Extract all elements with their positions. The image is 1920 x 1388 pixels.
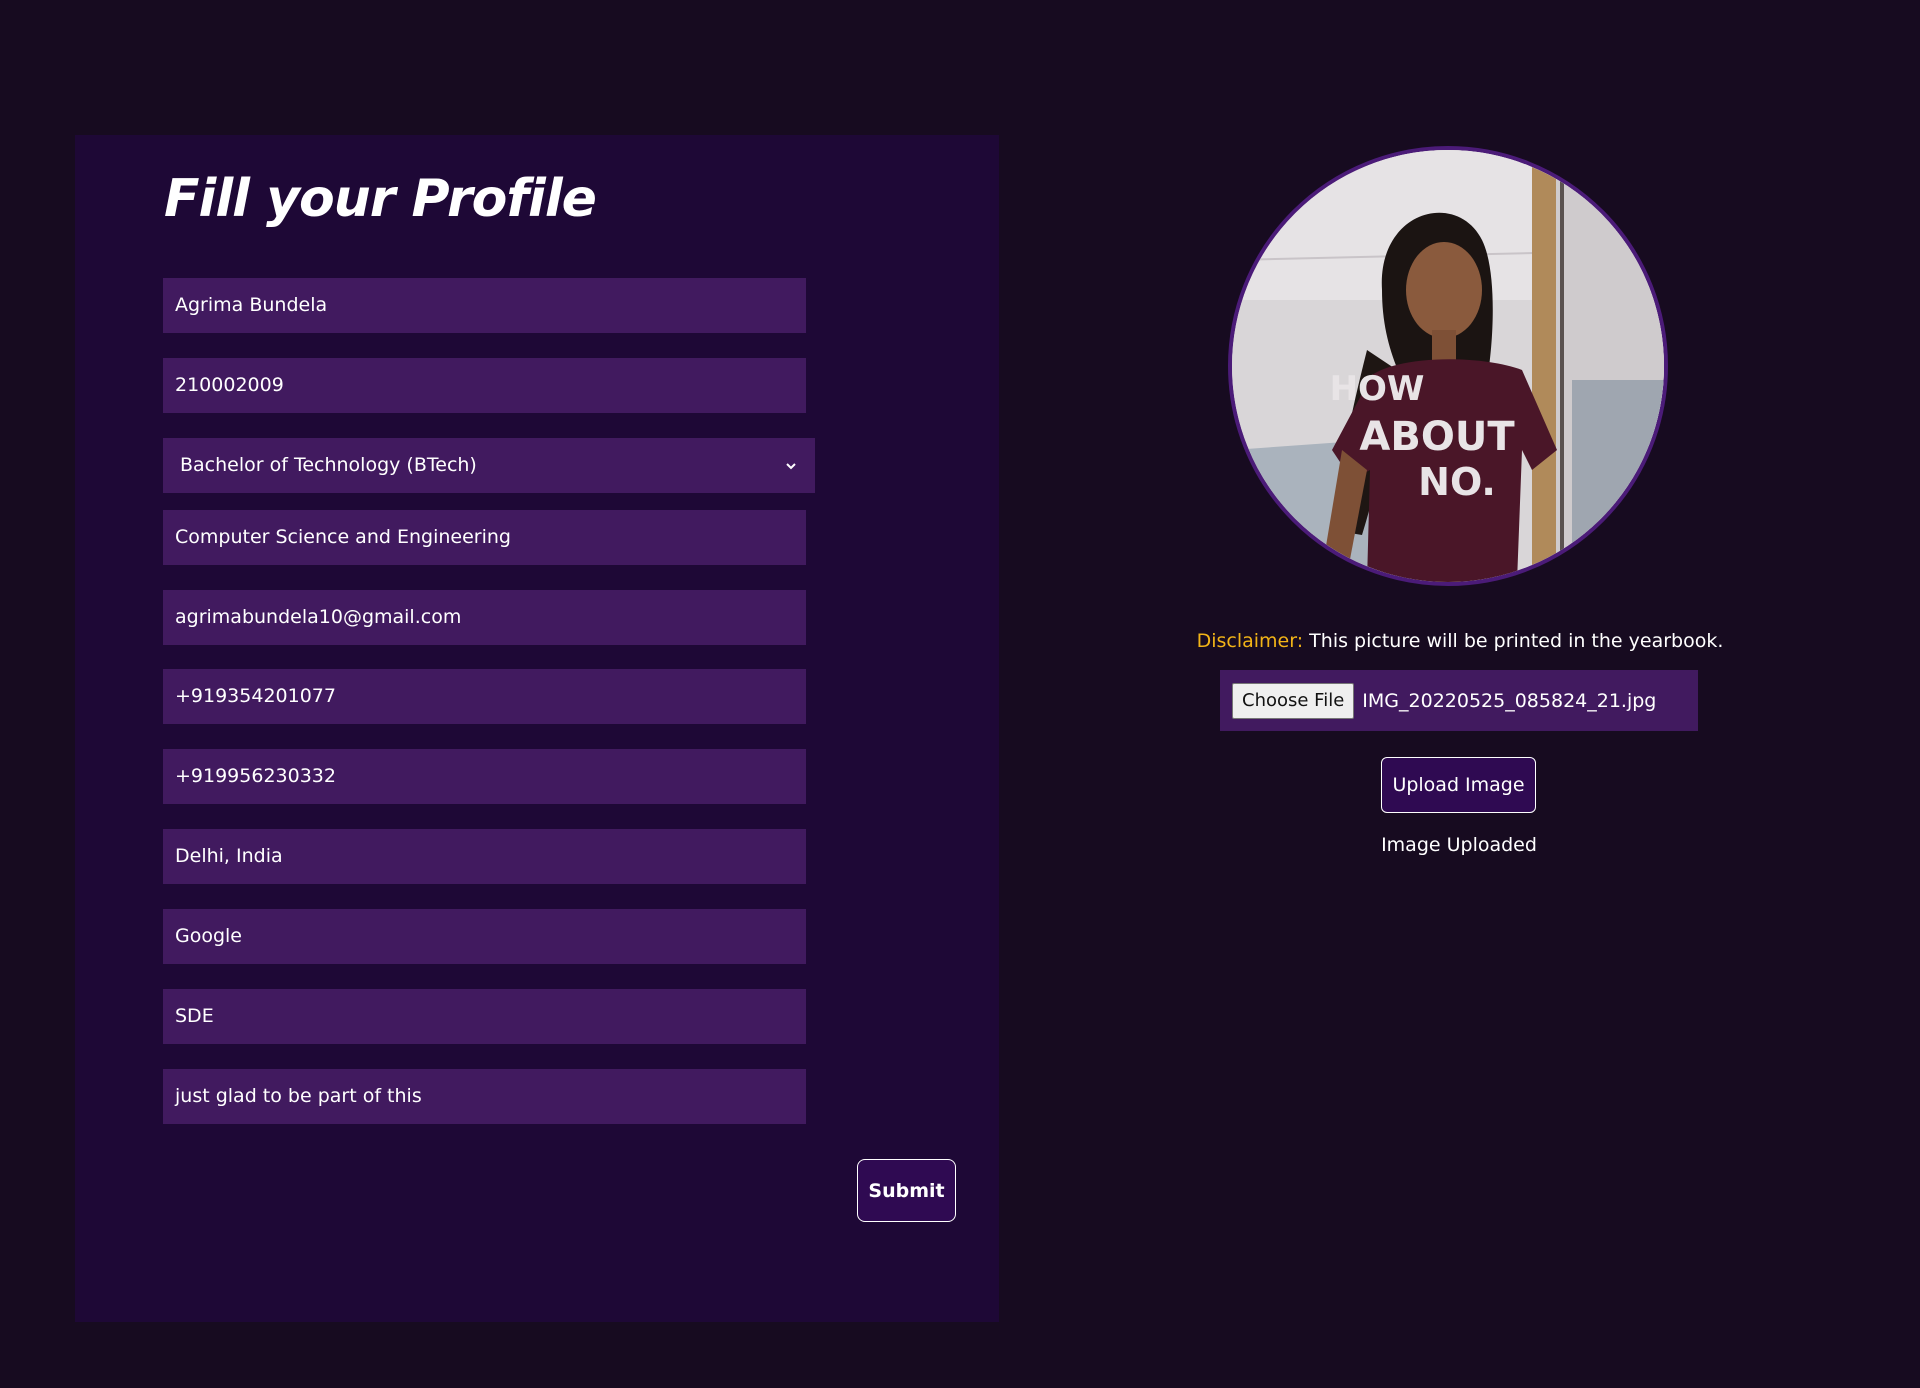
roll-number-input[interactable]: 210002009 [163, 358, 806, 413]
upload-status-text: Image Uploaded [1381, 834, 1537, 856]
department-input[interactable]: Computer Science and Engineering [163, 510, 806, 565]
page-title: Fill your Profile [164, 169, 597, 229]
disclaimer-text: This picture will be printed in the year… [1309, 630, 1724, 652]
degree-select-value: Bachelor of Technology (BTech) [180, 454, 477, 476]
file-input[interactable]: Choose File IMG_20220525_085824_21.jpg [1220, 670, 1698, 731]
tshirt-print-line-0: HOW [1330, 369, 1425, 409]
company-input[interactable]: Google [163, 909, 806, 964]
comment-input[interactable]: just glad to be part of this [163, 1069, 806, 1124]
profile-photo-illustration: ABOUT HOW NO. [1232, 150, 1664, 582]
tshirt-print-line-2: NO. [1418, 460, 1496, 504]
profile-photo: ABOUT HOW NO. [1228, 146, 1668, 586]
tshirt-print-line-1: ABOUT [1359, 414, 1515, 460]
location-input[interactable]: Delhi, India [163, 829, 806, 884]
role-input[interactable]: SDE [163, 989, 806, 1044]
phone-input[interactable]: +919354201077 [163, 669, 806, 724]
submit-button[interactable]: Submit [857, 1159, 956, 1222]
disclaimer: Disclaimer: This picture will be printed… [1190, 630, 1730, 652]
degree-select[interactable]: Bachelor of Technology (BTech) [163, 438, 815, 493]
alt-phone-input[interactable]: +919956230332 [163, 749, 806, 804]
choose-file-button[interactable]: Choose File [1232, 682, 1355, 719]
chevron-down-icon [786, 462, 796, 469]
disclaimer-label: Disclaimer: [1196, 630, 1304, 652]
selected-file-name: IMG_20220525_085824_21.jpg [1362, 689, 1657, 712]
name-input[interactable]: Agrima Bundela [163, 278, 806, 333]
profile-form-panel: Fill your Profile Agrima Bundela 2100020… [75, 135, 999, 1322]
email-input[interactable]: agrimabundela10@gmail.com [163, 590, 806, 645]
upload-image-button[interactable]: Upload Image [1381, 757, 1536, 813]
